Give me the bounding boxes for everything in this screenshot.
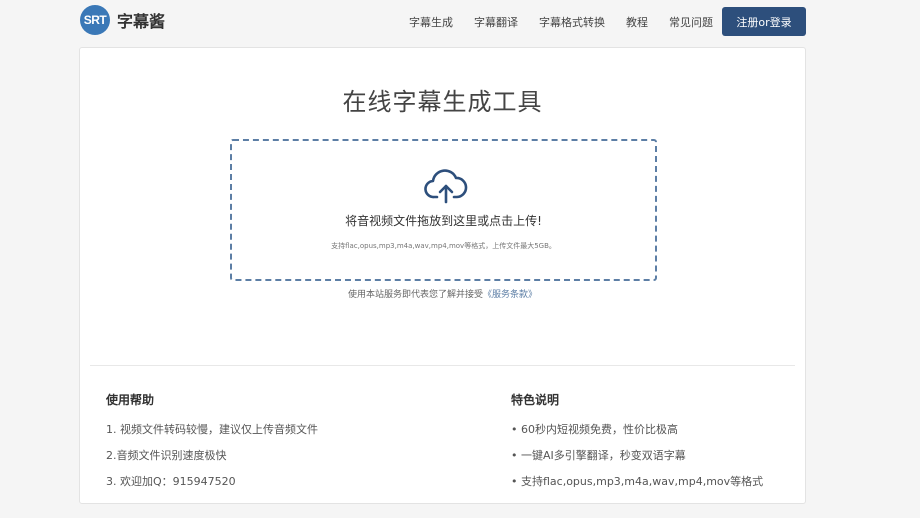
dropzone-text: 将音视频文件拖放到这里或点击上传! bbox=[345, 214, 542, 228]
main-card: 在线字幕生成工具 将音视频文件拖放到这里或点击上传! 支持flac,opus,m… bbox=[79, 47, 806, 504]
terms-of-service-link[interactable]: 《服务条款》 bbox=[483, 290, 537, 300]
top-navbar: SRT 字幕酱 字幕生成 字幕翻译 字幕格式转换 教程 常见问题 注册or登录 bbox=[0, 0, 920, 44]
nav-link-faq[interactable]: 常见问题 bbox=[669, 14, 713, 30]
features-section: 特色说明 • 60秒内短视频免费，性价比极高 • 一键AI多引擎翻译，秒变双语字… bbox=[511, 391, 763, 499]
help-item: 1. 视频文件转码较慢，建议仅上传音频文件 bbox=[106, 423, 318, 436]
help-title: 使用帮助 bbox=[106, 393, 155, 407]
help-item: 2.音频文件识别速度极快 bbox=[106, 449, 227, 462]
logo-badge: SRT bbox=[80, 5, 110, 35]
terms-notice: 使用本站服务即代表您了解并接受《服务条款》 bbox=[80, 287, 805, 300]
section-divider bbox=[90, 365, 795, 366]
upload-dropzone[interactable]: 将音视频文件拖放到这里或点击上传! 支持flac,opus,mp3,m4a,wa… bbox=[230, 139, 657, 281]
site-logo[interactable]: SRT 字幕酱 bbox=[80, 5, 165, 35]
help-section: 使用帮助 1. 视频文件转码较慢，建议仅上传音频文件 2.音频文件识别速度极快 … bbox=[106, 391, 318, 499]
terms-prefix: 使用本站服务即代表您了解并接受 bbox=[347, 290, 483, 300]
register-login-button[interactable]: 注册or登录 bbox=[722, 7, 806, 36]
features-title: 特色说明 bbox=[511, 393, 560, 407]
nav-link-tutorial[interactable]: 教程 bbox=[626, 14, 648, 30]
help-item: 3. 欢迎加Q：915947520 bbox=[106, 475, 236, 488]
page-title: 在线字幕生成工具 bbox=[342, 88, 543, 116]
nav-menu: 字幕生成 字幕翻译 字幕格式转换 教程 常见问题 bbox=[409, 14, 713, 30]
nav-link-subtitle-translate[interactable]: 字幕翻译 bbox=[474, 14, 518, 30]
site-name: 字幕酱 bbox=[117, 12, 166, 31]
nav-link-format-convert[interactable]: 字幕格式转换 bbox=[539, 14, 605, 30]
feature-item: • 支持flac,opus,mp3,m4a,wav,mp4,mov等格式 bbox=[511, 475, 764, 488]
nav-link-subtitle-generate[interactable]: 字幕生成 bbox=[409, 14, 453, 30]
dropzone-format-hint: 支持flac,opus,mp3,m4a,wav,mp4,mov等格式，上传文件最… bbox=[331, 242, 556, 250]
feature-item: • 60秒内短视频免费，性价比极高 bbox=[511, 423, 678, 436]
cloud-upload-icon bbox=[424, 169, 468, 204]
feature-item: • 一键AI多引擎翻译，秒变双语字幕 bbox=[511, 449, 686, 462]
